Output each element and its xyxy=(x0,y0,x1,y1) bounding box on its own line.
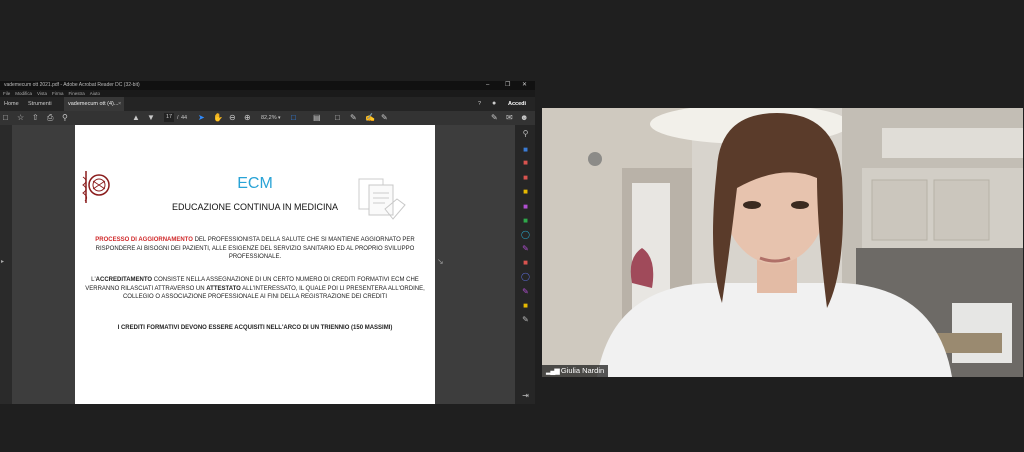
bookmark-star-icon[interactable]: ☆ xyxy=(17,111,24,125)
pdf-page: ECM EDUCAZIONE CONTINUA IN MEDICINA PROC… xyxy=(75,125,435,404)
zoom-out-icon[interactable]: ⊖ xyxy=(229,111,236,125)
paragraph-accreditamento-line2: VERRANNO RILASCIATI ATTRAVERSO UN ATTEST… xyxy=(75,285,435,294)
hand-tool-icon[interactable]: ✋ xyxy=(213,111,223,125)
expand-panel-icon[interactable]: ▸ xyxy=(1,258,4,265)
paragraph-aggiornamento-line3: PROFESSIONALE. xyxy=(228,254,282,261)
mail-icon[interactable]: ✉ xyxy=(506,111,513,125)
comment-icon[interactable]: □ xyxy=(335,111,340,125)
zoom-tool-icon[interactable]: ⚲ xyxy=(521,129,530,138)
fill-sign-icon[interactable]: ✎ xyxy=(521,244,530,253)
protect-icon[interactable]: ◯ xyxy=(521,272,530,281)
paragraph-crediti: I CREDITI FORMATIVI DEVONO ESSERE ACQUIS… xyxy=(117,325,393,331)
tab-home[interactable]: Home xyxy=(0,97,23,111)
request-sign-icon[interactable]: ✎ xyxy=(521,287,530,296)
pen-icon[interactable]: ✎ xyxy=(350,111,357,125)
account-icon[interactable]: ☻ xyxy=(520,111,528,125)
document-area[interactable]: ECM EDUCAZIONE CONTINUA IN MEDICINA PROC… xyxy=(12,125,515,404)
edit-pdf-tool-icon[interactable]: ■ xyxy=(521,173,530,182)
collapse-panel-icon[interactable]: ⇥ xyxy=(521,391,530,400)
help-icon[interactable]: ? xyxy=(474,97,485,111)
menu-modifica[interactable]: Modifica xyxy=(15,91,32,96)
participant-video xyxy=(542,108,1023,377)
minimize-icon[interactable]: – xyxy=(486,81,489,90)
upload-icon[interactable]: ⇧ xyxy=(32,111,39,125)
paragraph-aggiornamento-line2: RISPONDERE AI BISOGNI DEI PAZIENTI, ALLE… xyxy=(95,245,415,252)
paragraph-aggiornamento-text1: DEL PROFESSIONISTA DELLA SALUTE CHE SI M… xyxy=(192,237,415,243)
accreditamento-text2a: VERRANNO RILASCIATI ATTRAVERSO UN xyxy=(85,285,207,292)
close-icon[interactable]: ✕ xyxy=(522,81,527,90)
menu-aiuto[interactable]: Aiuto xyxy=(90,91,100,96)
next-page-icon[interactable]: ▼ xyxy=(147,111,155,125)
menu-firma[interactable]: Firma xyxy=(52,91,64,96)
participant-name: Giulia Nardin xyxy=(560,366,605,375)
page-total: 44 xyxy=(181,115,188,121)
print-icon[interactable]: ⎙ xyxy=(47,111,53,125)
notifications-icon[interactable]: ● xyxy=(488,97,500,111)
paragraph-aggiornamento: PROCESSO DI AGGIORNAMENTO DEL PROFESSION… xyxy=(75,236,435,262)
save-icon[interactable]: □ xyxy=(3,111,8,125)
accedi-button[interactable]: Accedi xyxy=(504,97,530,111)
stamp-icon[interactable]: ✎ xyxy=(381,111,388,125)
accreditamento-label: ACCREDITAMENTO xyxy=(95,277,153,283)
scroll-mode-icon[interactable]: ▤ xyxy=(313,111,321,125)
zoom-in-icon[interactable]: ⊕ xyxy=(244,111,251,125)
accreditamento-text2c: ALL'INTERESSATO, IL QUALE POI LI PRESENT… xyxy=(240,285,425,292)
menu-file[interactable]: File xyxy=(3,91,10,96)
ecm-heading: ECM xyxy=(237,175,273,192)
export-pdf-icon[interactable]: ■ xyxy=(521,145,530,154)
more-tools-icon[interactable]: ✎ xyxy=(521,315,530,324)
edit-pdf-icon[interactable]: ✎ xyxy=(491,111,498,125)
attestato-label: ATTESTATO xyxy=(206,285,241,292)
window-title: vademecum ott 2021.pdf - Adobe Acrobat R… xyxy=(4,82,140,88)
select-cursor-icon[interactable]: ➤ xyxy=(198,111,205,125)
video-frame xyxy=(542,108,1023,377)
page-number-input[interactable]: 17 xyxy=(164,113,175,122)
participant-name-badge: ▂▄▆ Giulia Nardin xyxy=(542,365,609,377)
page-separator: / xyxy=(177,115,179,121)
paragraph-aggiornamento-line1: PROCESSO DI AGGIORNAMENTO DEL PROFESSION… xyxy=(75,236,435,245)
send-comments-icon[interactable]: ■ xyxy=(521,301,530,310)
menu-finestra[interactable]: Finestra xyxy=(68,91,84,96)
organize-pages-icon[interactable]: ■ xyxy=(521,216,530,225)
signal-strength-icon: ▂▄▆ xyxy=(546,368,560,375)
acrobat-window: vademecum ott 2021.pdf - Adobe Acrobat R… xyxy=(0,81,535,404)
comment-tool-icon[interactable]: ■ xyxy=(521,187,530,196)
restore-icon[interactable]: ❐ xyxy=(505,81,510,90)
ecm-subheading: EDUCAZIONE CONTINUA IN MEDICINA xyxy=(171,202,338,212)
tab-document-label: vademecum ott (4)... xyxy=(68,101,119,107)
paragraph-accreditamento-line1: L'ACCREDITAMENTO CONSISTE NELLA ASSEGNAZ… xyxy=(75,276,435,285)
processo-aggiornamento-label: PROCESSO DI AGGIORNAMENTO xyxy=(95,237,193,243)
zoom-chevron-icon[interactable]: ▾ xyxy=(278,111,281,125)
create-pdf-icon[interactable]: ■ xyxy=(521,158,530,167)
page-fit-icon[interactable]: □ xyxy=(291,111,296,125)
combine-files-icon[interactable]: ■ xyxy=(521,202,530,211)
search-icon[interactable]: ⚲ xyxy=(62,111,68,125)
prev-page-icon[interactable]: ▲ xyxy=(132,111,140,125)
tab-tools[interactable]: Strumenti xyxy=(24,97,56,111)
tab-close-icon[interactable]: × xyxy=(114,97,125,111)
mouse-cursor-icon: ↘ xyxy=(437,257,444,266)
sign-icon[interactable]: ✍ xyxy=(365,111,375,125)
accreditamento-text1: CONSISTE NELLA ASSEGNAZIONE DI UN CERTO … xyxy=(152,277,419,283)
paragraph-accreditamento-line3: COLLEGIO O ASSOCIAZIONE PROFESSIONALE AI… xyxy=(122,294,388,301)
scan-ocr-icon[interactable]: ◯ xyxy=(521,230,530,239)
zoom-level-dropdown[interactable]: 82,2% xyxy=(261,111,277,125)
redact-icon[interactable]: ■ xyxy=(521,258,530,267)
menu-vista[interactable]: Vista xyxy=(37,91,47,96)
menu-bar: File Modifica Vista Firma Finestra Aiuto xyxy=(0,90,535,97)
toolbar: □ ☆ ⇧ ⎙ ⚲ ▲ ▼ 17 / 44 ➤ ✋ ⊖ ⊕ 82,2% ▾ □ … xyxy=(0,111,535,125)
title-bar: vademecum ott 2021.pdf - Adobe Acrobat R… xyxy=(0,81,535,90)
paragraph-accreditamento: L'ACCREDITAMENTO CONSISTE NELLA ASSEGNAZ… xyxy=(75,276,435,302)
right-tools-panel: ⚲ ■ ■ ■ ■ ■ ■ ◯ ✎ ■ ◯ ✎ ■ ✎ ⇥ xyxy=(515,125,535,404)
tab-bar: Home Strumenti vademecum ott (4)... × ? … xyxy=(0,97,535,111)
